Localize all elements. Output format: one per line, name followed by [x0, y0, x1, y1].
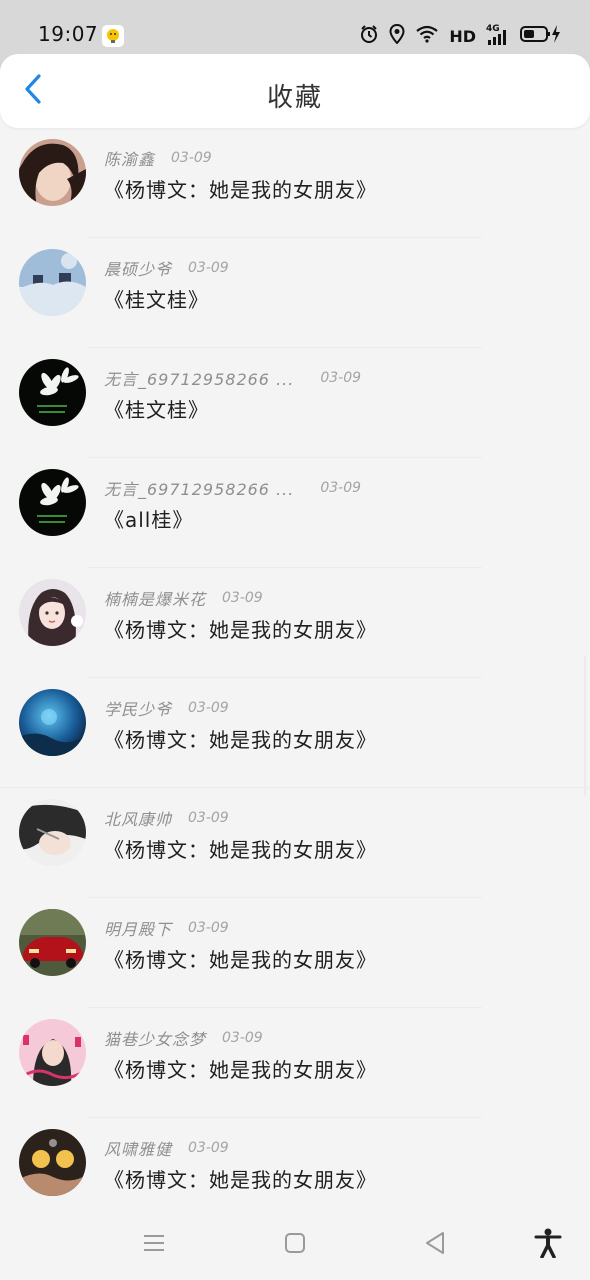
- item-date: 03-09: [222, 1030, 263, 1046]
- item-date: 03-09: [188, 1140, 229, 1156]
- cell-signal-icon: 4G: [486, 24, 510, 46]
- item-title[interactable]: 《all桂》: [104, 504, 193, 533]
- item-title[interactable]: 《杨博文：她是我的女朋友》: [104, 614, 377, 643]
- item-title[interactable]: 《杨博文：她是我的女朋友》: [104, 834, 377, 863]
- item-title[interactable]: 《桂文桂》: [104, 284, 209, 313]
- item-title[interactable]: 《杨博文：她是我的女朋友》: [104, 174, 377, 203]
- scrollbar[interactable]: [584, 656, 586, 796]
- item-date: 03-09: [222, 590, 263, 606]
- home-button[interactable]: [280, 1230, 310, 1260]
- item-date: 03-09: [320, 370, 362, 386]
- favorites-list: 陈渝鑫 03-09 《杨博文：她是我的女朋友》 晨硕少爷 03-09 《桂文桂》: [0, 128, 590, 1228]
- accessibility-icon: [534, 1228, 562, 1262]
- avatar[interactable]: [19, 1019, 86, 1086]
- item-date: 03-09: [171, 150, 212, 166]
- item-title[interactable]: 《桂文桂》: [104, 394, 209, 423]
- list-item[interactable]: 明月殿下 03-09 《杨博文：她是我的女朋友》: [0, 898, 590, 1008]
- menu-button[interactable]: [139, 1230, 169, 1260]
- location-icon: [389, 23, 405, 48]
- item-date: 03-09: [188, 920, 229, 936]
- back-nav-button[interactable]: [420, 1230, 450, 1260]
- avatar[interactable]: [19, 689, 86, 756]
- avatar[interactable]: [19, 1129, 86, 1196]
- item-date: 03-09: [188, 260, 229, 276]
- item-date: 03-09: [188, 700, 229, 716]
- user-name[interactable]: 北风康帅: [104, 806, 172, 830]
- avatar[interactable]: [19, 359, 86, 426]
- battery-icon: [520, 24, 562, 48]
- avatar[interactable]: [19, 579, 86, 646]
- page-header: 收藏: [0, 54, 590, 128]
- item-title[interactable]: 《杨博文：她是我的女朋友》: [104, 724, 377, 753]
- list-item[interactable]: 猫巷少女念梦 03-09 《杨博文：她是我的女朋友》: [0, 1008, 590, 1118]
- user-name[interactable]: 明月殿下: [104, 916, 172, 940]
- list-item[interactable]: 学民少爷 03-09 《杨博文：她是我的女朋友》: [0, 678, 590, 788]
- avatar[interactable]: [19, 909, 86, 976]
- wifi-icon: [415, 25, 439, 47]
- user-name[interactable]: 楠楠是爆米花: [104, 586, 206, 610]
- back-triangle-icon: [424, 1231, 446, 1259]
- home-square-icon: [284, 1232, 306, 1258]
- user-name[interactable]: 风啸雅健: [104, 1136, 172, 1160]
- list-item[interactable]: 无言_69712958266 ... 03-09 《all桂》: [0, 458, 590, 568]
- avatar[interactable]: [19, 249, 86, 316]
- avatar[interactable]: [19, 799, 86, 866]
- user-name[interactable]: 学民少爷: [104, 696, 172, 720]
- item-date: 03-09: [188, 810, 229, 826]
- menu-icon: [142, 1232, 166, 1258]
- accessibility-button[interactable]: [533, 1228, 563, 1262]
- item-title[interactable]: 《杨博文：她是我的女朋友》: [104, 1054, 377, 1083]
- list-item[interactable]: 北风康帅 03-09 《杨博文：她是我的女朋友》: [0, 788, 590, 898]
- item-date: 03-09: [320, 480, 362, 496]
- system-nav-bar: [0, 1210, 590, 1280]
- user-name[interactable]: 无言_69712958266 ...: [104, 366, 294, 390]
- avatar[interactable]: [19, 469, 86, 536]
- user-name[interactable]: 猫巷少女念梦: [104, 1026, 206, 1050]
- item-title[interactable]: 《杨博文：她是我的女朋友》: [104, 944, 377, 973]
- alarm-icon: [359, 24, 379, 48]
- network-type-label: HD: [449, 26, 476, 46]
- user-name[interactable]: 陈渝鑫: [104, 146, 155, 170]
- avatar[interactable]: [19, 139, 86, 206]
- user-name[interactable]: 无言_69712958266 ...: [104, 476, 294, 500]
- app-notification-icon: [102, 25, 124, 47]
- list-item[interactable]: 楠楠是爆米花 03-09 《杨博文：她是我的女朋友》: [0, 568, 590, 678]
- page-title: 收藏: [266, 83, 323, 113]
- user-name[interactable]: 晨硕少爷: [104, 256, 172, 280]
- list-item[interactable]: 无言_69712958266 ... 03-09 《桂文桂》: [0, 348, 590, 458]
- item-title[interactable]: 《杨博文：她是我的女朋友》: [104, 1164, 377, 1193]
- list-item[interactable]: 晨硕少爷 03-09 《桂文桂》: [0, 238, 590, 348]
- status-time: 19:07: [38, 22, 99, 46]
- list-item[interactable]: 陈渝鑫 03-09 《杨博文：她是我的女朋友》: [0, 128, 590, 238]
